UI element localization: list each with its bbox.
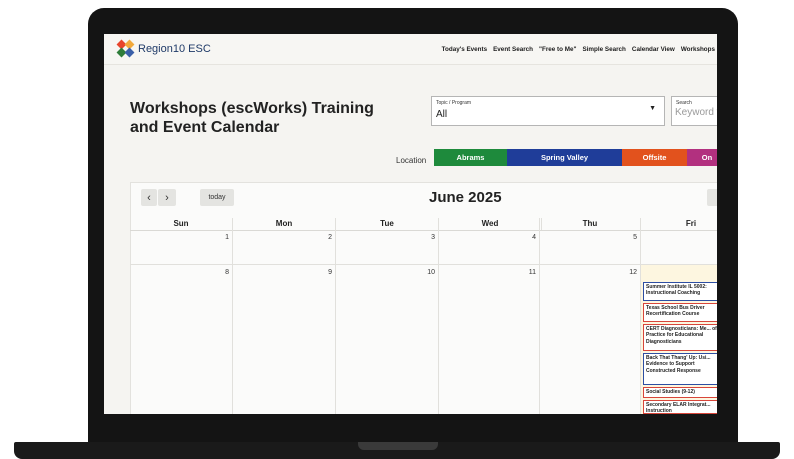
day-header-tue: Tue: [336, 218, 439, 230]
location-label: Location: [396, 156, 427, 165]
topic-program-label: Topic / Program: [436, 100, 472, 106]
today-button[interactable]: today: [200, 189, 234, 206]
nav-calendar-view[interactable]: Calendar View: [632, 46, 675, 53]
event-back-that-thang-up[interactable]: Back That Thang' Up: Usi... Evidence to …: [643, 353, 717, 385]
day-number[interactable]: 1: [214, 234, 229, 241]
topic-program-value: All: [436, 109, 448, 120]
page-title: Workshops (escWorks) Training and Event …: [130, 100, 374, 136]
day-number[interactable]: 11: [521, 269, 536, 276]
event-social-studies[interactable]: Social Studies (9-12): [643, 387, 717, 398]
grid-line: [438, 218, 439, 414]
day-number[interactable]: 12: [622, 269, 637, 276]
nav-event-search[interactable]: Event Search: [493, 46, 533, 53]
nav-todays-events[interactable]: Today's Events: [442, 46, 487, 53]
day-number[interactable]: 4: [521, 234, 536, 241]
day-number[interactable]: 8: [214, 269, 229, 276]
laptop-base-notch: [358, 442, 438, 450]
day-number[interactable]: 2: [317, 234, 332, 241]
prev-month-button[interactable]: ‹: [141, 189, 157, 206]
search-field[interactable]: Search: [671, 96, 717, 126]
header-divider: [130, 230, 717, 231]
day-number[interactable]: 10: [420, 269, 435, 276]
search-label: Search: [676, 100, 692, 106]
chevron-left-icon: ‹: [147, 191, 151, 204]
location-spring-valley-button[interactable]: Spring Valley: [507, 149, 622, 166]
grid-line: [539, 218, 540, 414]
event-cert-diagnosticians[interactable]: CERT Diagnosticians: Me... of Practice f…: [643, 324, 717, 351]
day-header-mon: Mon: [233, 218, 336, 230]
region10-logo-icon: [116, 39, 135, 58]
day-number[interactable]: 3: [420, 234, 435, 241]
main-nav: Today's Events Event Search "Free to Me"…: [442, 46, 715, 53]
chevron-down-icon: ▼: [649, 105, 656, 112]
week-divider: [130, 264, 717, 265]
region10-logo[interactable]: Region10 ESC: [116, 39, 211, 58]
day-number[interactable]: 9: [317, 269, 332, 276]
search-input[interactable]: [675, 107, 717, 118]
brand-name: Region10 ESC: [138, 43, 211, 55]
event-secondary-elar[interactable]: Secondary ELAR Integrat... Instruction: [643, 400, 717, 414]
day-header-sun: Sun: [130, 218, 233, 230]
grid-line: [232, 218, 233, 414]
screen: Region10 ESC Today's Events Event Search…: [104, 34, 717, 414]
event-summer-institute[interactable]: Summer Institute IL 5002: Instructional …: [643, 282, 717, 301]
top-navigation-bar: Region10 ESC Today's Events Event Search…: [104, 34, 717, 65]
day-number[interactable]: 5: [622, 234, 637, 241]
next-month-button[interactable]: ›: [158, 189, 176, 206]
location-abrams-button[interactable]: Abrams: [434, 149, 507, 166]
grid-line: [335, 218, 336, 414]
location-online-button[interactable]: On: [687, 149, 717, 166]
location-offsite-button[interactable]: Offsite: [622, 149, 687, 166]
topic-program-select[interactable]: Topic / Program All ▼: [431, 96, 665, 126]
day-header-wed: Wed: [439, 218, 542, 230]
calendar-view-button[interactable]: [707, 189, 717, 206]
calendar-month-title: June 2025: [429, 189, 502, 206]
nav-simple-search[interactable]: Simple Search: [582, 46, 625, 53]
nav-workshops[interactable]: Workshops: [681, 46, 715, 53]
nav-free-to-me[interactable]: "Free to Me": [539, 46, 576, 53]
chevron-right-icon: ›: [165, 191, 169, 204]
event-bus-driver-course[interactable]: Texas School Bus Driver Recertification …: [643, 303, 717, 322]
day-header-thu: Thu: [540, 218, 641, 230]
calendar-panel: [130, 182, 717, 414]
day-header-fri: Fri: [685, 219, 697, 228]
